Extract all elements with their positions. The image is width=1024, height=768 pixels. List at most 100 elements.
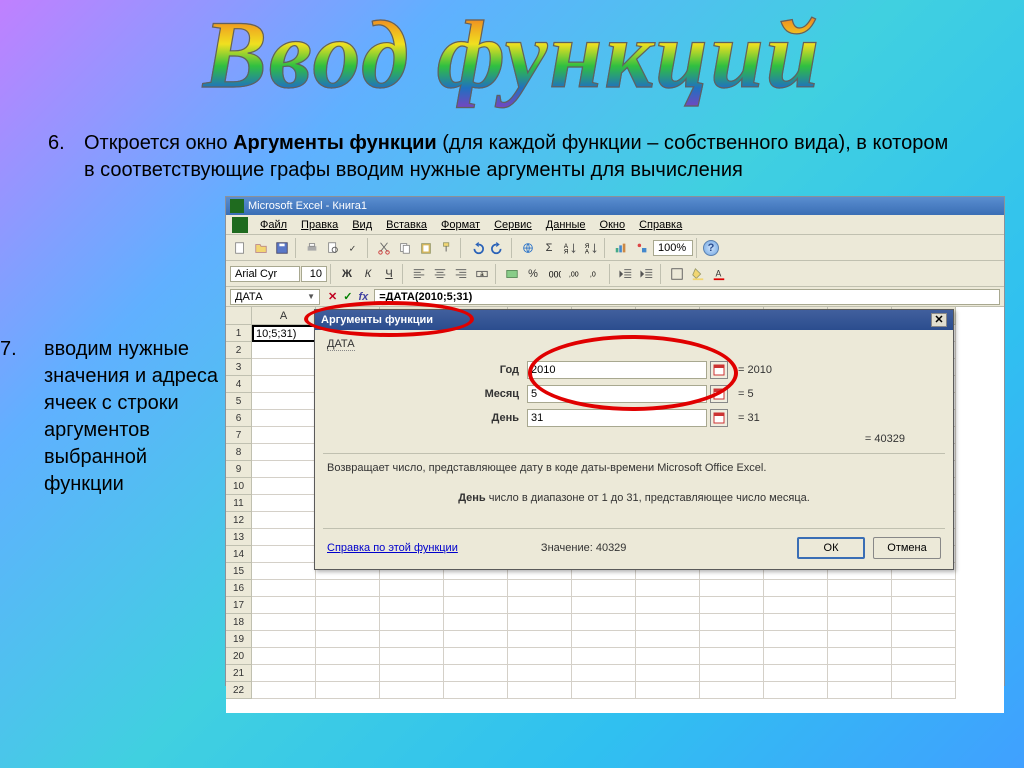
align-center-icon[interactable] (430, 264, 450, 284)
row-11[interactable]: 11 (226, 495, 252, 512)
cell[interactable] (252, 682, 316, 699)
dec-decimal-icon[interactable]: ,0 (586, 264, 606, 284)
cell[interactable] (316, 597, 380, 614)
cell[interactable] (508, 665, 572, 682)
cell[interactable] (252, 631, 316, 648)
cell[interactable] (316, 614, 380, 631)
row-13[interactable]: 13 (226, 529, 252, 546)
cell[interactable] (828, 682, 892, 699)
arg-input-month[interactable] (527, 385, 707, 403)
enter-formula-icon[interactable]: ✓ (341, 290, 354, 303)
row-1[interactable]: 1 (226, 325, 252, 342)
cell[interactable]: 10;5;31) (252, 325, 316, 342)
cell[interactable] (252, 478, 316, 495)
cell[interactable] (444, 580, 508, 597)
cell[interactable] (636, 614, 700, 631)
cell[interactable] (892, 648, 956, 665)
cell[interactable] (252, 597, 316, 614)
autosum-icon[interactable]: Σ (539, 238, 559, 258)
currency-icon[interactable] (502, 264, 522, 284)
cell[interactable] (252, 461, 316, 478)
cell[interactable] (700, 597, 764, 614)
row-8[interactable]: 8 (226, 444, 252, 461)
menu-file[interactable]: Файл (254, 218, 293, 232)
cancel-formula-icon[interactable]: ✕ (326, 290, 339, 303)
row-21[interactable]: 21 (226, 665, 252, 682)
cell[interactable] (252, 614, 316, 631)
row-22[interactable]: 22 (226, 682, 252, 699)
drawing-icon[interactable] (632, 238, 652, 258)
cell[interactable] (380, 614, 444, 631)
fill-color-icon[interactable] (688, 264, 708, 284)
range-pick-icon[interactable] (710, 409, 728, 427)
cell[interactable] (572, 665, 636, 682)
cell[interactable] (252, 648, 316, 665)
cell[interactable] (636, 665, 700, 682)
dec-indent-icon[interactable] (616, 264, 636, 284)
row-5[interactable]: 5 (226, 393, 252, 410)
cell[interactable] (572, 580, 636, 597)
sort-asc-icon[interactable]: AЯ (560, 238, 580, 258)
function-help-link[interactable]: Справка по этой функции (327, 542, 458, 554)
cell[interactable] (316, 580, 380, 597)
inc-indent-icon[interactable] (637, 264, 657, 284)
row-6[interactable]: 6 (226, 410, 252, 427)
cell[interactable] (380, 682, 444, 699)
row-14[interactable]: 14 (226, 546, 252, 563)
cell[interactable] (252, 495, 316, 512)
range-pick-icon[interactable] (710, 385, 728, 403)
row-20[interactable]: 20 (226, 648, 252, 665)
col-A[interactable]: A (252, 307, 316, 325)
select-all-corner[interactable] (226, 307, 252, 325)
cell[interactable] (444, 682, 508, 699)
cell[interactable] (252, 546, 316, 563)
cell[interactable] (444, 648, 508, 665)
undo-icon[interactable] (467, 238, 487, 258)
open-icon[interactable] (251, 238, 271, 258)
cell[interactable] (700, 665, 764, 682)
print-icon[interactable] (302, 238, 322, 258)
align-left-icon[interactable] (409, 264, 429, 284)
cell[interactable] (892, 665, 956, 682)
cell[interactable] (764, 665, 828, 682)
cell[interactable] (700, 648, 764, 665)
cell[interactable] (508, 648, 572, 665)
font-size-select[interactable]: 10 (301, 266, 327, 282)
row-18[interactable]: 18 (226, 614, 252, 631)
sort-desc-icon[interactable]: ЯA (581, 238, 601, 258)
underline-icon[interactable]: Ч (379, 264, 399, 284)
cell[interactable] (828, 580, 892, 597)
cell[interactable] (252, 342, 316, 359)
align-right-icon[interactable] (451, 264, 471, 284)
italic-icon[interactable]: К (358, 264, 378, 284)
cell[interactable] (316, 682, 380, 699)
row-3[interactable]: 3 (226, 359, 252, 376)
cell[interactable] (252, 427, 316, 444)
cell[interactable] (252, 580, 316, 597)
row-19[interactable]: 19 (226, 631, 252, 648)
cell[interactable] (828, 648, 892, 665)
cell[interactable] (252, 512, 316, 529)
redo-icon[interactable] (488, 238, 508, 258)
row-2[interactable]: 2 (226, 342, 252, 359)
cell[interactable] (572, 682, 636, 699)
preview-icon[interactable] (323, 238, 343, 258)
cell[interactable] (892, 597, 956, 614)
cell[interactable] (828, 597, 892, 614)
merge-icon[interactable]: a (472, 264, 492, 284)
cell[interactable] (380, 631, 444, 648)
borders-icon[interactable] (667, 264, 687, 284)
cell[interactable] (892, 631, 956, 648)
menu-help[interactable]: Справка (633, 218, 688, 232)
cell[interactable] (764, 597, 828, 614)
cell[interactable] (828, 614, 892, 631)
cell[interactable] (892, 580, 956, 597)
chart-icon[interactable] (611, 238, 631, 258)
cell[interactable] (316, 665, 380, 682)
cell[interactable] (764, 580, 828, 597)
cell[interactable] (700, 682, 764, 699)
cell[interactable] (892, 682, 956, 699)
cell[interactable] (444, 665, 508, 682)
cell[interactable] (700, 614, 764, 631)
save-icon[interactable] (272, 238, 292, 258)
